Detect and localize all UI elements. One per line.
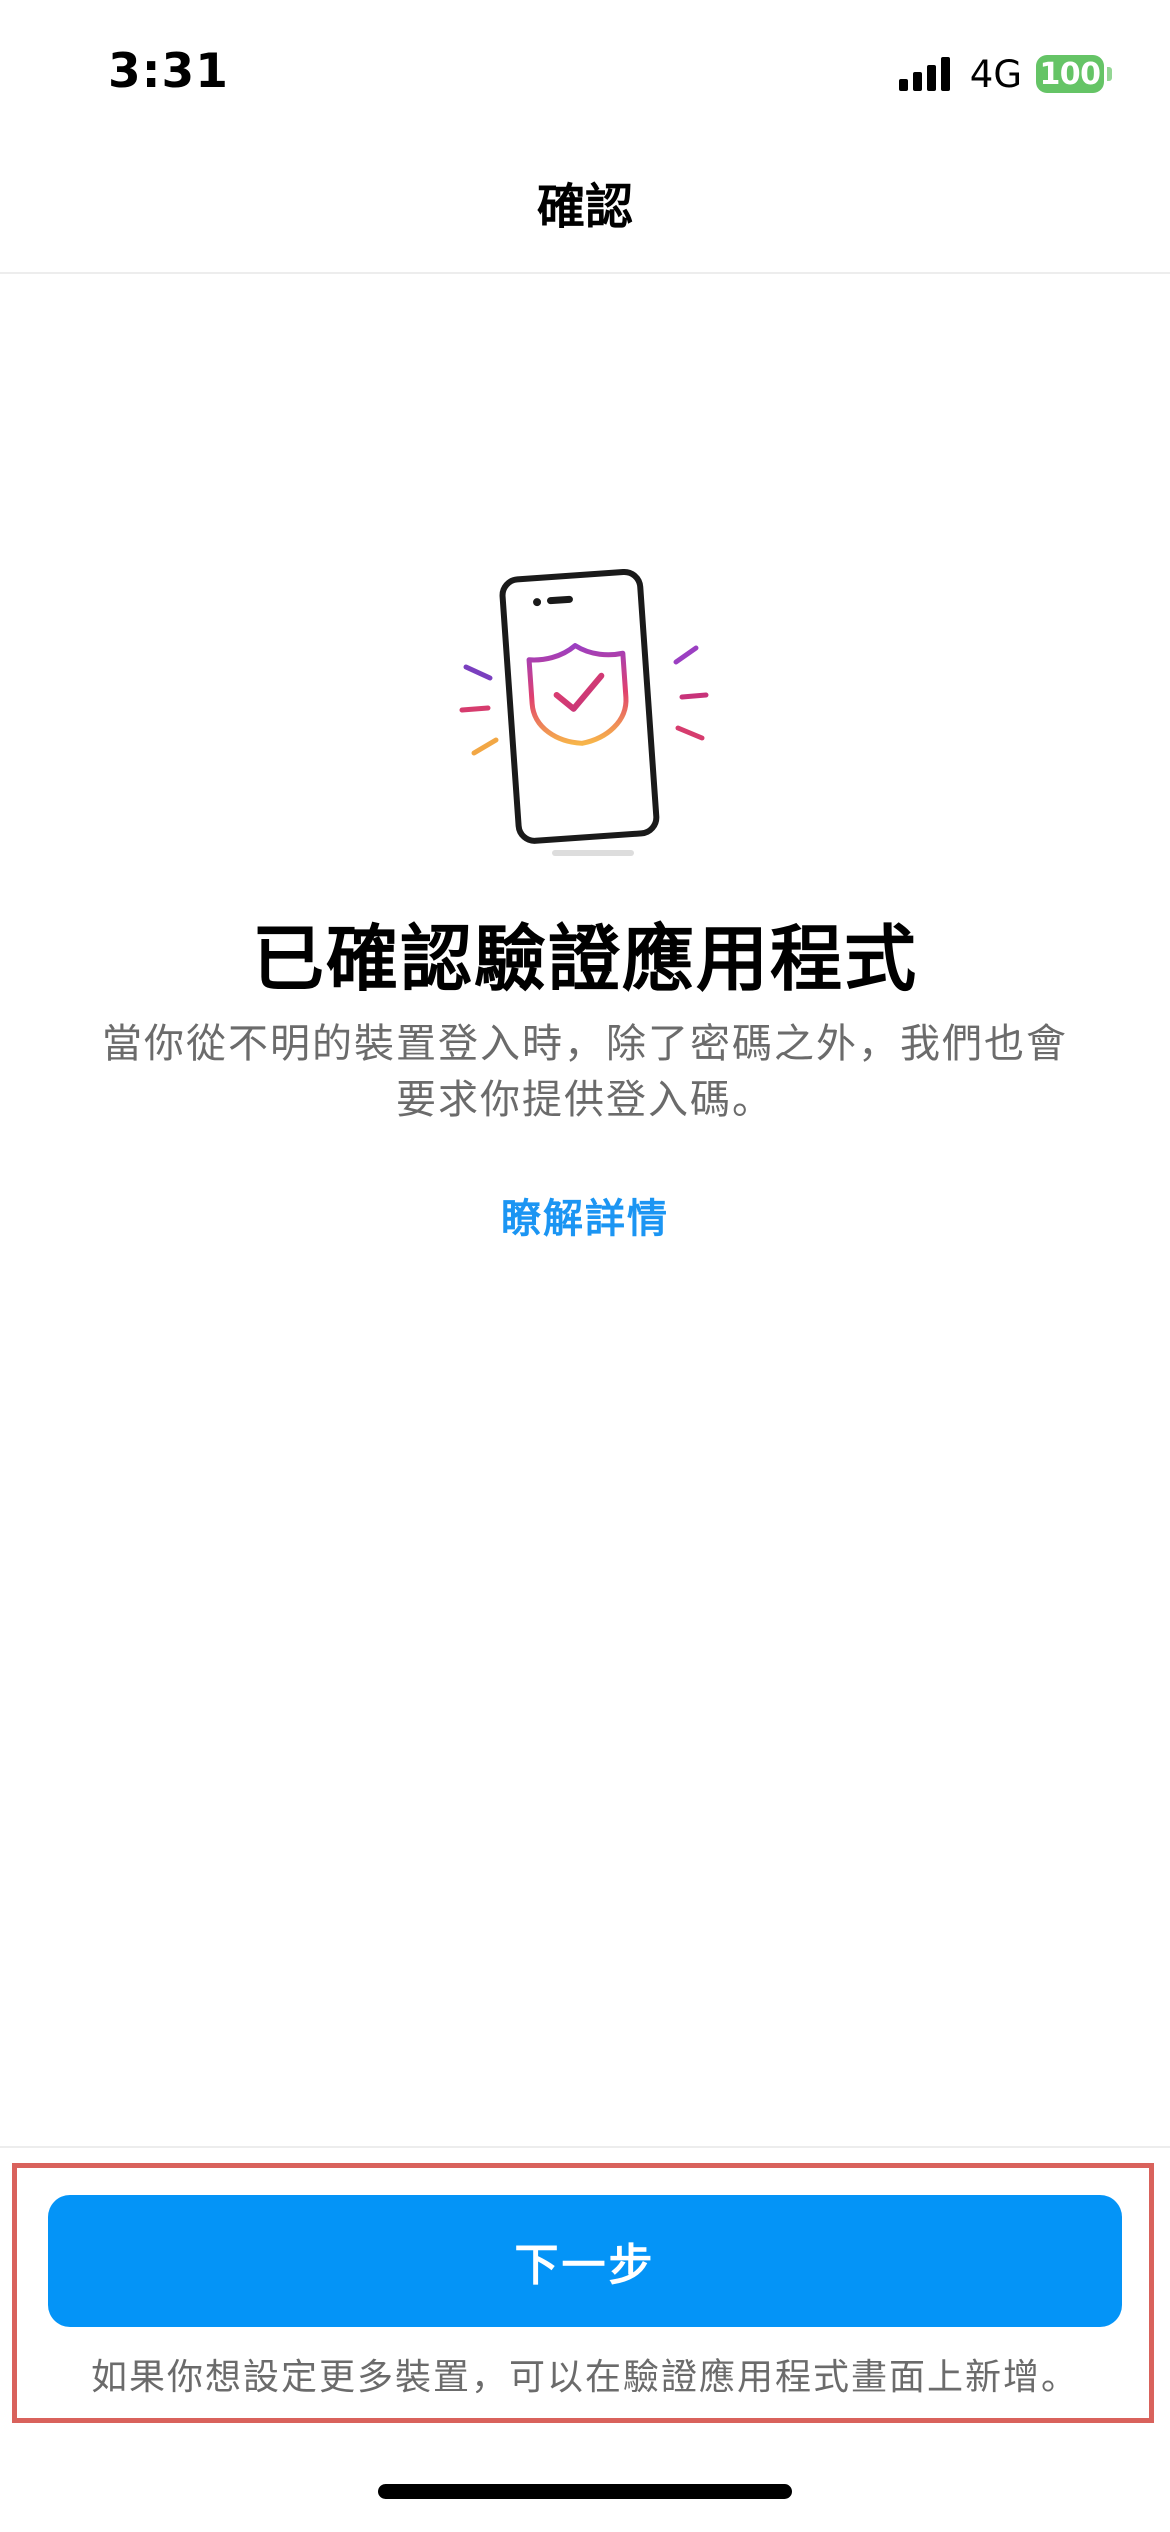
cellular-signal-icon	[898, 57, 950, 91]
footer-divider	[0, 2146, 1170, 2148]
home-indicator[interactable]	[378, 2484, 792, 2499]
phone-shield-check-icon	[459, 568, 709, 856]
network-type-label: 4G	[969, 52, 1022, 96]
status-bar: 3:31 4G 100	[0, 0, 1170, 140]
nav-header: 確認	[0, 140, 1170, 274]
page-title: 確認	[536, 179, 633, 235]
footer-note: 如果你想設定更多裝置，可以在驗證應用程式畫面上新增。	[90, 2357, 1079, 2398]
learn-more-link[interactable]: 瞭解詳情	[0, 1186, 1170, 1244]
description-text: 當你從不明的裝置登入時，除了密碼之外，我們也會要求你提供登入碼。	[102, 1021, 1068, 1123]
status-time: 3:31	[108, 44, 229, 99]
status-indicators: 4G 100	[898, 52, 1112, 96]
next-button[interactable]: 下一步	[48, 2195, 1122, 2327]
headline: 已確認驗證應用程式	[251, 917, 918, 1001]
battery-icon: 100	[1036, 55, 1112, 93]
battery-level: 100	[1036, 55, 1104, 93]
